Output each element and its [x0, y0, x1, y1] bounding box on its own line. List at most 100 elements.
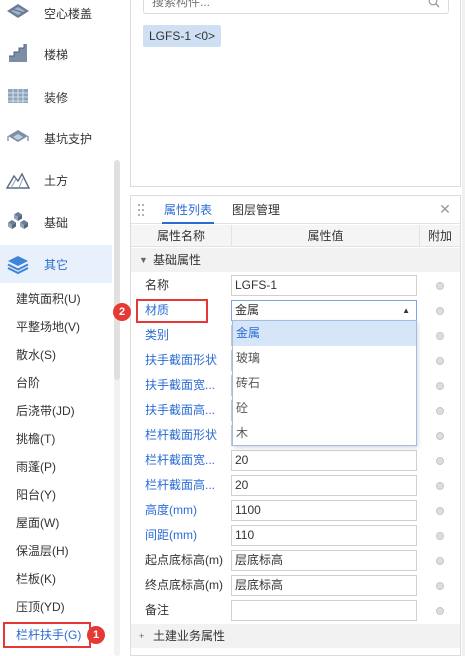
extra-checkbox[interactable]	[436, 307, 444, 315]
group-civil-business-properties[interactable]: + 土建业务属性	[131, 624, 460, 648]
decoration-icon	[8, 89, 28, 103]
extra-checkbox[interactable]	[436, 357, 444, 365]
tab-layer-management[interactable]: 图层管理	[230, 196, 282, 224]
material-option-glass[interactable]: 玻璃	[233, 346, 416, 371]
subitem-post-cast-strip[interactable]: 后浇带(JD)	[16, 400, 108, 422]
component-list-panel: LGFS-1 <0>	[130, 0, 461, 187]
search-input[interactable]	[152, 0, 422, 11]
collapse-arrow-icon[interactable]: ▼	[139, 248, 148, 272]
group-label: 土建业务属性	[153, 629, 226, 643]
property-name: 扶手截面高...	[145, 403, 216, 417]
property-name: 类别	[145, 328, 170, 342]
extra-checkbox[interactable]	[436, 332, 444, 340]
extra-checkbox[interactable]	[436, 607, 444, 615]
extra-checkbox[interactable]	[436, 532, 444, 540]
subitem-apron[interactable]: 散水(S)	[16, 344, 108, 366]
property-row-start-elevation: 起点底标高(m) 层底标高	[131, 548, 460, 573]
component-tag[interactable]: LGFS-1 <0>	[143, 25, 222, 47]
material-option-wood[interactable]: 木	[233, 421, 416, 446]
property-value-field[interactable]	[231, 600, 417, 621]
subitem-parapet[interactable]: 栏板(K)	[16, 568, 108, 590]
property-value-field[interactable]: 20	[231, 450, 417, 471]
subitem-insulation-layer[interactable]: 保温层(H)	[16, 540, 108, 562]
material-select[interactable]: 金属 ▲	[231, 300, 417, 321]
expand-arrow-icon[interactable]: +	[139, 624, 144, 648]
material-option-masonry[interactable]: 砖石	[233, 371, 416, 396]
property-value-field[interactable]: 20	[231, 475, 417, 496]
category-label: 装修	[44, 91, 69, 105]
subitem-cornice[interactable]: 挑檐(T)	[16, 428, 108, 450]
subitem-site-leveling[interactable]: 平整场地(V)	[16, 316, 108, 338]
dropdown-arrow-icon[interactable]: ▲	[402, 301, 410, 320]
foundation-icon	[8, 212, 28, 229]
category-decoration[interactable]: 装修	[0, 78, 112, 116]
material-dropdown-list: 金属 玻璃 砖石 砼 木	[232, 320, 417, 446]
property-value-field[interactable]: LGFS-1	[231, 275, 417, 296]
category-label: 楼梯	[44, 48, 69, 62]
property-name: 备注	[145, 603, 170, 617]
category-label: 基础	[44, 216, 69, 230]
property-name: 栏杆截面形状	[145, 428, 218, 442]
category-label: 空心楼盖	[44, 7, 93, 21]
property-row-end-elevation: 终点底标高(m) 层底标高	[131, 573, 460, 598]
annotation-box-railing	[3, 622, 91, 648]
category-label: 土方	[44, 174, 69, 188]
drag-handle-icon[interactable]	[137, 203, 145, 217]
hollow-floor-icon	[7, 4, 29, 18]
extra-checkbox[interactable]	[436, 432, 444, 440]
column-header-name: 属性名称	[156, 229, 205, 243]
extra-checkbox[interactable]	[436, 482, 444, 490]
property-value-field[interactable]: 层底标高	[231, 575, 417, 596]
category-hollow-floor[interactable]: 空心楼盖	[0, 0, 112, 32]
category-stairs[interactable]: 楼梯	[0, 35, 112, 73]
property-value-field[interactable]: 层底标高	[231, 550, 417, 571]
search-icon[interactable]	[428, 0, 440, 8]
earthwork-icon	[5, 172, 31, 189]
subitem-steps[interactable]: 台阶	[16, 372, 108, 394]
subitem-building-area[interactable]: 建筑面积(U)	[16, 288, 108, 310]
extra-checkbox[interactable]	[436, 282, 444, 290]
close-icon[interactable]: ✕	[438, 202, 452, 216]
column-header-extra: 附加	[419, 225, 460, 247]
material-option-metal[interactable]: 金属	[233, 321, 416, 346]
group-label: 基础属性	[153, 253, 202, 267]
extra-checkbox[interactable]	[436, 582, 444, 590]
property-name: 栏杆截面高...	[145, 478, 216, 492]
property-name: 扶手截面宽...	[145, 378, 216, 392]
property-row-remark: 备注	[131, 598, 460, 623]
property-value-field[interactable]: 1100	[231, 500, 417, 521]
property-name: 起点底标高(m)	[145, 553, 223, 567]
subitem-canopy[interactable]: 雨蓬(P)	[16, 456, 108, 478]
property-row-height: 高度(mm) 1100	[131, 498, 460, 523]
property-name: 终点底标高(m)	[145, 578, 223, 592]
subitem-roof[interactable]: 屋面(W)	[16, 512, 108, 534]
extra-checkbox[interactable]	[436, 382, 444, 390]
column-header-value: 属性值	[231, 225, 419, 247]
category-other[interactable]: 其它	[0, 245, 112, 283]
category-earthwork[interactable]: 土方	[0, 161, 112, 199]
material-option-concrete[interactable]: 砼	[233, 396, 416, 421]
subitem-balcony[interactable]: 阳台(Y)	[16, 484, 108, 506]
stairs-icon	[9, 44, 27, 62]
property-name: 栏杆截面宽...	[145, 453, 216, 467]
component-tree-panel: 空心楼盖 楼梯 装修 基坑支护 土方 基础 其它 建筑面积(U) 平整场地(V)…	[0, 0, 125, 656]
category-label: 基坑支护	[44, 132, 93, 146]
property-value-field[interactable]: 110	[231, 525, 417, 546]
extra-checkbox[interactable]	[436, 407, 444, 415]
left-scrollbar-thumb[interactable]	[114, 160, 120, 380]
property-name: 间距(mm)	[145, 528, 197, 542]
extra-checkbox[interactable]	[436, 557, 444, 565]
category-foundation[interactable]: 基础	[0, 203, 112, 241]
layers-icon	[7, 256, 29, 275]
property-row-baluster-height: 栏杆截面高... 20	[131, 473, 460, 498]
property-name: 高度(mm)	[145, 503, 197, 517]
tab-property-list[interactable]: 属性列表	[162, 196, 215, 224]
left-scrollbar[interactable]	[114, 160, 120, 656]
component-search[interactable]	[143, 0, 449, 14]
extra-checkbox[interactable]	[436, 507, 444, 515]
category-foundation-pit[interactable]: 基坑支护	[0, 119, 112, 157]
subitem-coping[interactable]: 压顶(YD)	[16, 596, 108, 618]
group-basic-properties[interactable]: ▼ 基础属性	[131, 248, 460, 272]
extra-checkbox[interactable]	[436, 457, 444, 465]
category-label: 其它	[44, 258, 69, 272]
